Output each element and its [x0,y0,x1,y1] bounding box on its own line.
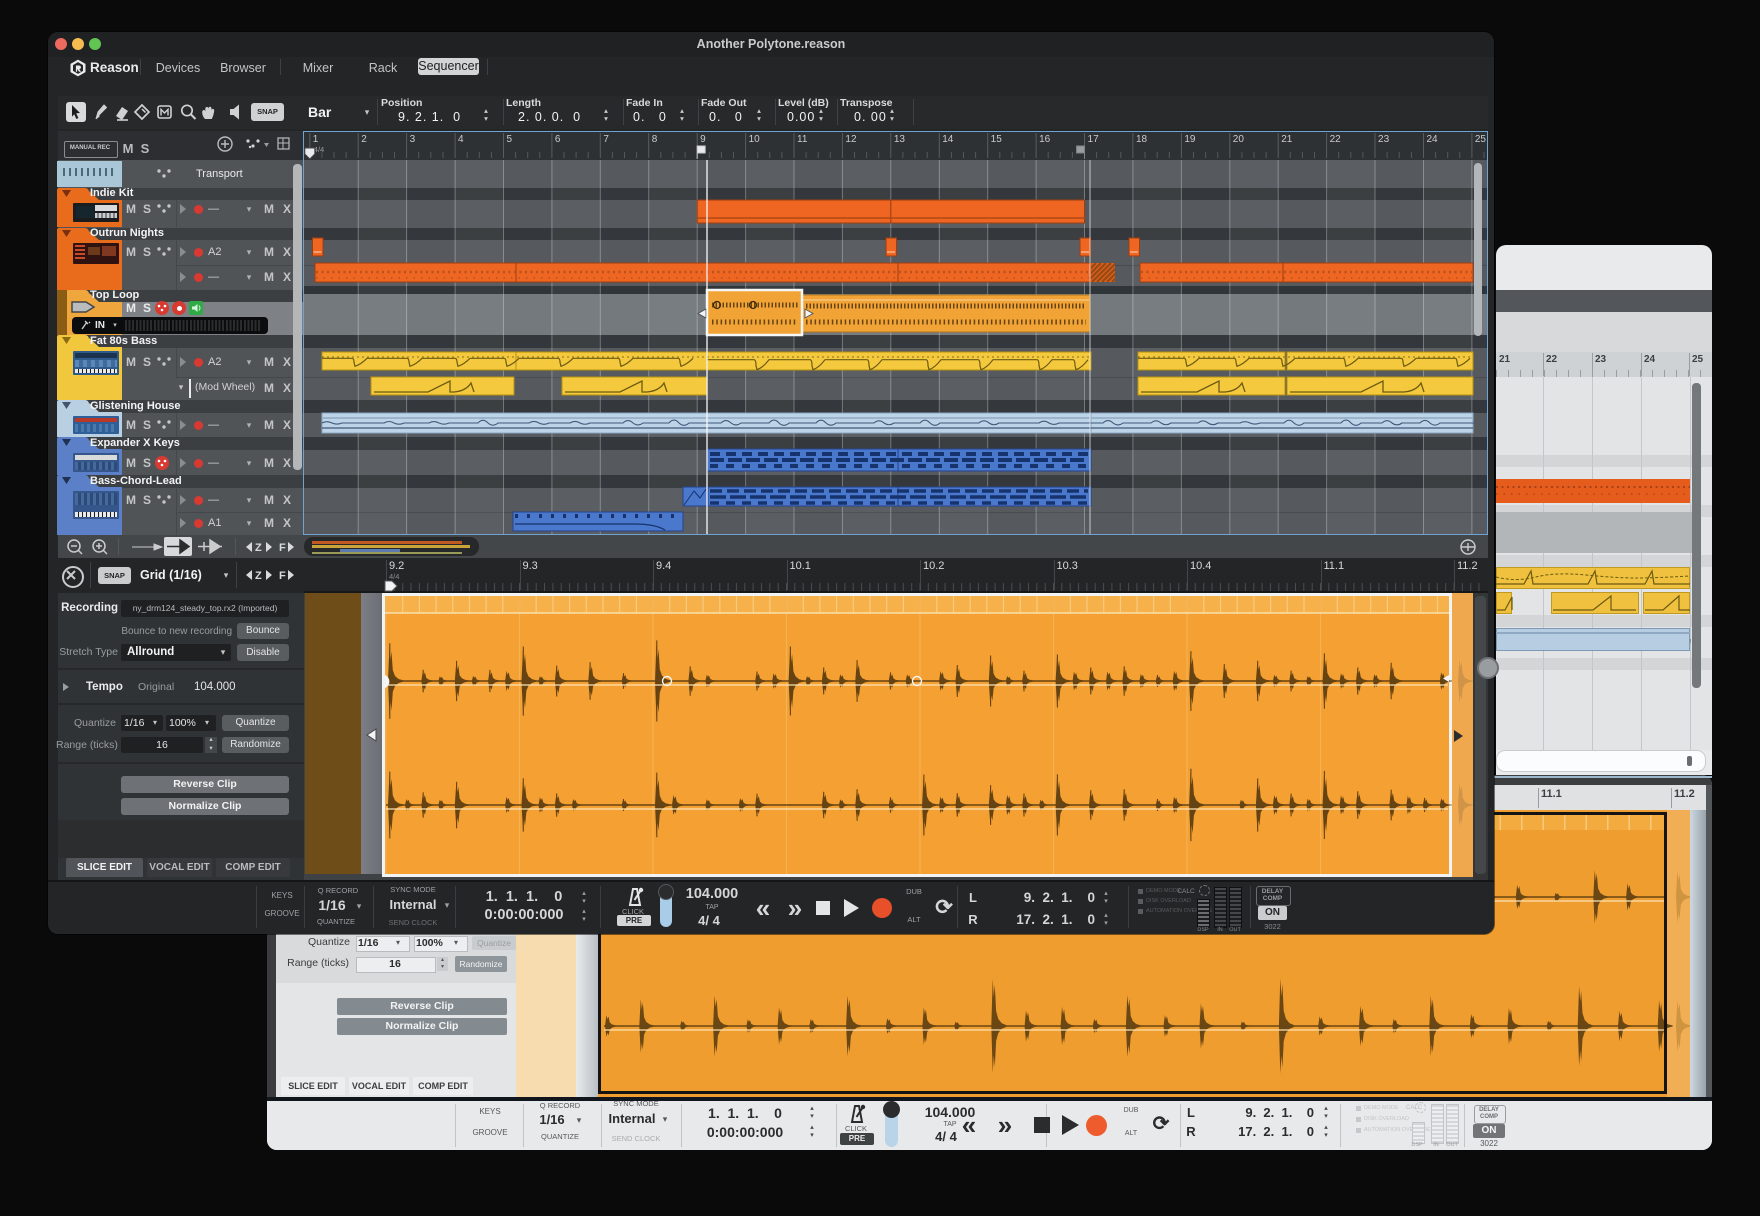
svg-text:F: F [279,542,286,554]
svg-text:Z: Z [255,570,262,582]
svg-text:F: F [279,570,286,582]
svg-text:Z: Z [255,542,262,554]
